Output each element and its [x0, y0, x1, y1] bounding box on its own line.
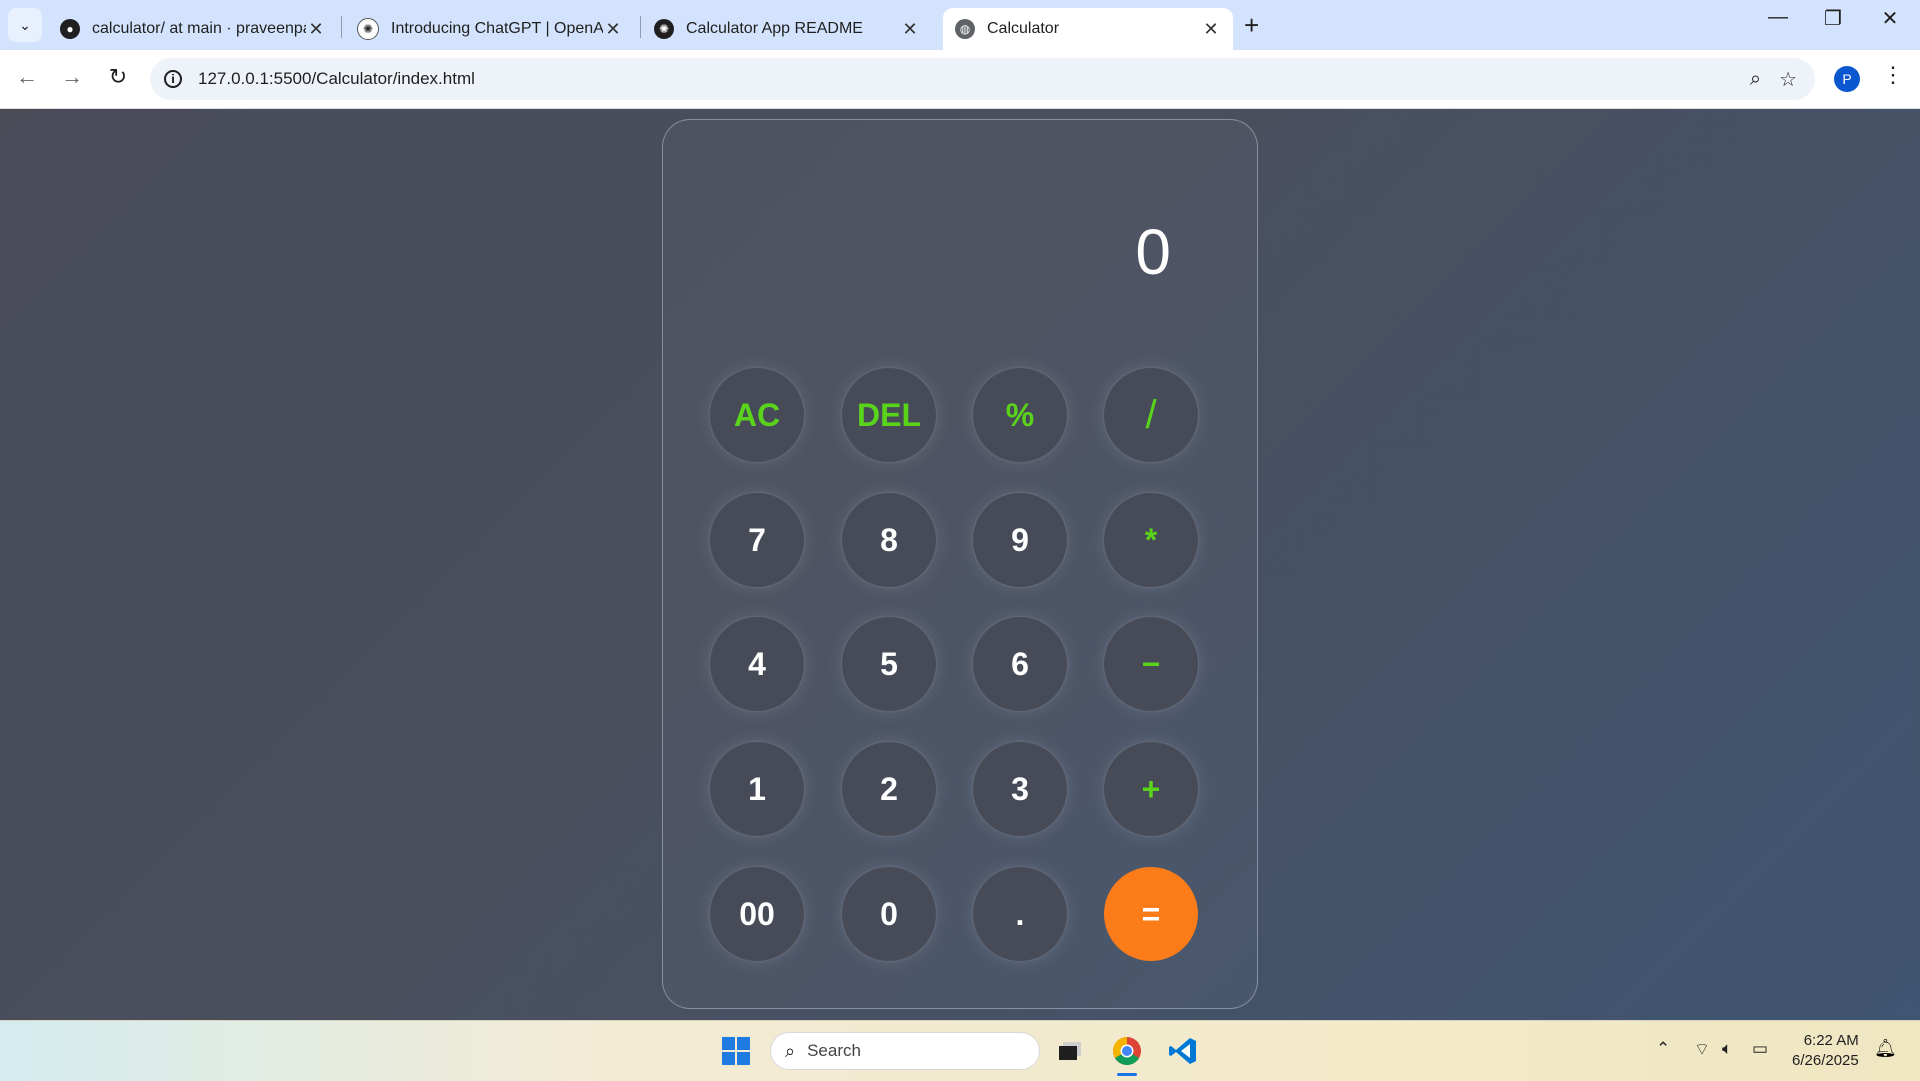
clear-button[interactable]: AC: [710, 368, 804, 462]
tab-chatgpt[interactable]: ✺ Introducing ChatGPT | OpenAI ✕: [345, 8, 635, 50]
chevron-up-icon[interactable]: ⌃: [1656, 1039, 1670, 1059]
digit-3-button[interactable]: 3: [973, 742, 1067, 836]
tab-title: Calculator: [987, 20, 1060, 37]
clock-date: 6/26/2025: [1792, 1052, 1859, 1069]
taskbar: ⌕ Search ⌃ ⌔ 🔈︎ ▭ 6:22 AM 6/26/2025 🔔︎: [0, 1020, 1920, 1081]
taskbar-search-placeholder: Search: [807, 1041, 861, 1060]
back-button[interactable]: ←: [12, 64, 42, 90]
clock-time: 6:22 AM: [1803, 1032, 1859, 1049]
system-clock[interactable]: 6:22 AM 6/26/2025: [1792, 1031, 1859, 1071]
minus-button[interactable]: −: [1104, 617, 1198, 711]
close-window-button[interactable]: ✕: [1870, 6, 1910, 31]
arrow-right-icon: →: [61, 64, 83, 89]
delete-button[interactable]: DEL: [842, 368, 936, 462]
close-icon[interactable]: ✕: [900, 19, 920, 40]
reload-button[interactable]: ↻: [103, 64, 133, 90]
tab-divider: [640, 16, 641, 38]
digit-6-button[interactable]: 6: [973, 617, 1067, 711]
multiply-button[interactable]: *: [1104, 493, 1198, 587]
chrome-icon[interactable]: [1109, 1033, 1145, 1076]
wifi-icon[interactable]: ⌔: [1694, 1039, 1710, 1060]
forward-button[interactable]: →: [57, 64, 87, 90]
equals-button[interactable]: =: [1104, 867, 1198, 961]
restore-button[interactable]: ❐: [1813, 6, 1853, 31]
digit-4-button[interactable]: 4: [710, 617, 804, 711]
openai-icon: ✺: [654, 19, 674, 39]
globe-icon: ◍: [955, 19, 975, 39]
tab-readme[interactable]: ✺ Calculator App README ✕: [642, 8, 932, 50]
digit-7-button[interactable]: 7: [710, 493, 804, 587]
digit-9-button[interactable]: 9: [973, 493, 1067, 587]
new-tab-button[interactable]: +: [1244, 10, 1259, 41]
menu-kebab-icon[interactable]: ⋮: [1882, 62, 1904, 88]
search-icon: ⌕: [785, 1040, 796, 1061]
profile-avatar[interactable]: P: [1834, 66, 1860, 92]
address-bar[interactable]: i 127.0.0.1:5500/Calculator/index.html ⌕…: [150, 58, 1815, 100]
volume-icon[interactable]: 🔈︎: [1722, 1039, 1732, 1059]
tab-github[interactable]: ● calculator/ at main · praveenpal ✕: [48, 8, 338, 50]
digit-1-button[interactable]: 1: [710, 742, 804, 836]
openai-icon: ✺: [357, 18, 379, 40]
decimal-button[interactable]: .: [973, 867, 1067, 961]
digit-5-button[interactable]: 5: [842, 617, 936, 711]
task-view-icon[interactable]: [1052, 1033, 1088, 1069]
battery-icon[interactable]: ▭: [1752, 1039, 1768, 1059]
taskbar-search[interactable]: ⌕ Search: [770, 1032, 1040, 1070]
info-icon[interactable]: i: [164, 70, 182, 88]
arrow-left-icon: ←: [16, 64, 38, 89]
percent-button[interactable]: %: [973, 368, 1067, 462]
vscode-icon[interactable]: [1165, 1033, 1201, 1069]
double-zero-button[interactable]: 00: [710, 867, 804, 961]
browser-toolbar: ← → ↻ i 127.0.0.1:5500/Calculator/index.…: [0, 50, 1920, 109]
plus-button[interactable]: +: [1104, 742, 1198, 836]
close-icon[interactable]: ✕: [1201, 19, 1221, 40]
windows-start-icon[interactable]: [722, 1037, 750, 1065]
tab-strip: ⌄ ● calculator/ at main · praveenpal ✕ ✺…: [0, 0, 1920, 50]
close-icon[interactable]: ✕: [306, 19, 326, 40]
github-icon: ●: [60, 19, 80, 39]
tab-title: Introducing ChatGPT | OpenAI: [391, 20, 603, 37]
minimize-button[interactable]: —: [1758, 6, 1798, 29]
digit-2-button[interactable]: 2: [842, 742, 936, 836]
close-icon[interactable]: ✕: [603, 19, 623, 40]
tab-calculator[interactable]: ◍ Calculator ✕: [943, 8, 1233, 50]
divide-button[interactable]: /: [1104, 368, 1198, 462]
tab-divider: [341, 16, 342, 38]
reload-icon: ↻: [108, 64, 128, 89]
notification-bell-icon[interactable]: 🔔︎: [1874, 1038, 1897, 1059]
bookmark-star-icon[interactable]: ☆: [1779, 67, 1797, 92]
chevron-down-icon: ⌄: [19, 16, 31, 33]
zoom-icon[interactable]: ⌕: [1750, 68, 1761, 91]
digit-8-button[interactable]: 8: [842, 493, 936, 587]
url-text[interactable]: 127.0.0.1:5500/Calculator/index.html: [198, 69, 1750, 89]
tab-title: calculator/ at main · praveenpal: [92, 20, 306, 37]
tab-title: Calculator App README: [686, 20, 863, 37]
digit-0-button[interactable]: 0: [842, 867, 936, 961]
calculator-display: 0: [1135, 216, 1171, 288]
tab-search-button[interactable]: ⌄: [8, 8, 42, 42]
